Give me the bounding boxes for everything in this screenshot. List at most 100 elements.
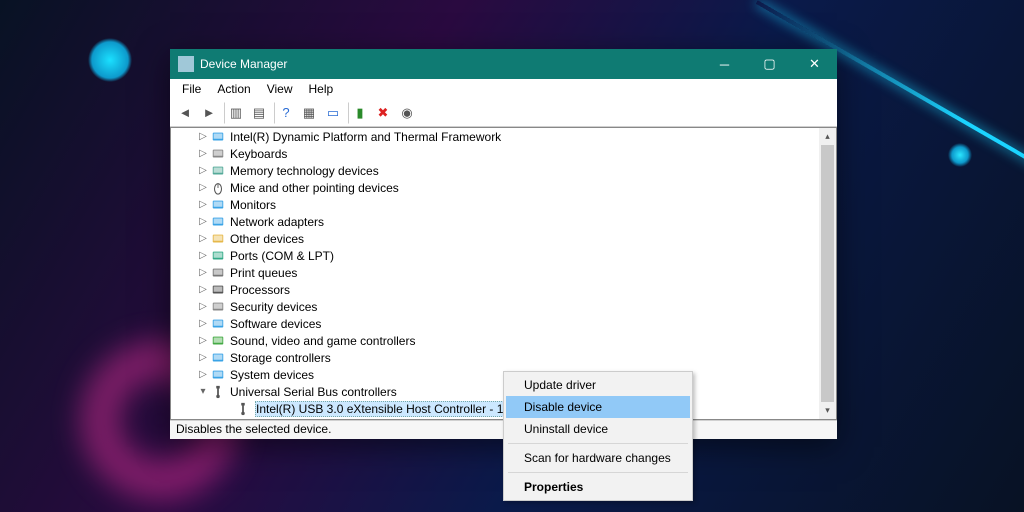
snd-icon <box>210 333 226 349</box>
context-menu-item[interactable]: Scan for hardware changes <box>506 447 690 469</box>
scan-button[interactable]: ◉ <box>396 102 418 124</box>
expand-arrow[interactable]: ▷ <box>196 148 210 159</box>
window-title: Device Manager <box>200 57 702 71</box>
tree-node[interactable]: ▷ Ports (COM & LPT) <box>171 247 836 264</box>
usb-icon <box>235 418 251 421</box>
mouse-icon <box>210 180 226 196</box>
tree-node-label: Security devices <box>230 300 317 314</box>
menu-action[interactable]: Action <box>209 80 258 98</box>
expand-arrow[interactable]: ▷ <box>196 318 210 329</box>
tree-node[interactable]: ▷ Security devices <box>171 298 836 315</box>
expand-arrow[interactable]: ▷ <box>196 199 210 210</box>
tree-node[interactable]: ▷ Mice and other pointing devices <box>171 179 836 196</box>
tree-node-label: Memory technology devices <box>230 164 379 178</box>
tree-node[interactable]: ▷ Software devices <box>171 315 836 332</box>
tree-node[interactable]: ▷ Keyboards <box>171 145 836 162</box>
expand-arrow[interactable]: ▷ <box>196 182 210 193</box>
forward-button[interactable]: ► <box>198 102 220 124</box>
tree-node-label: Keyboards <box>230 147 287 161</box>
oth-icon <box>210 231 226 247</box>
expand-arrow[interactable]: ▷ <box>196 216 210 227</box>
tree-node-label: Processors <box>230 283 290 297</box>
tree-node[interactable]: ▷Storage controllers <box>171 349 836 366</box>
usb-icon <box>210 384 226 400</box>
menu-separator <box>508 472 688 473</box>
uninstall-button[interactable]: ✖ <box>372 102 394 124</box>
mon-icon <box>210 197 226 213</box>
expand-arrow[interactable]: ▷ <box>196 352 210 363</box>
mem-icon <box>210 163 226 179</box>
stor-icon <box>210 350 226 366</box>
expand-arrow[interactable]: ▷ <box>196 335 210 346</box>
tree-node-label: Universal Serial Bus controllers <box>230 385 397 399</box>
tree-node-label: Software devices <box>230 317 321 331</box>
tree-node[interactable]: ▷ Sound, video and game controllers <box>171 332 836 349</box>
tree-node[interactable]: ▷ Intel(R) Dynamic Platform and Thermal F… <box>171 128 836 145</box>
help-button[interactable]: ? <box>274 102 296 124</box>
scroll-thumb[interactable] <box>821 145 834 420</box>
tree-node-label: Network adapters <box>230 215 324 229</box>
menu-separator <box>508 443 688 444</box>
tree-node-label: Sound, video and game controllers <box>230 334 415 348</box>
devices-button[interactable]: ▦ <box>298 102 320 124</box>
expand-arrow[interactable]: ▷ <box>196 250 210 261</box>
show-hide-tree-button[interactable]: ▥ <box>224 102 246 124</box>
scroll-down-button[interactable]: ▾ <box>819 402 836 419</box>
tree-node-label: Ports (COM & LPT) <box>230 249 334 263</box>
cpu-icon <box>210 282 226 298</box>
scroll-up-button[interactable]: ▴ <box>819 128 836 145</box>
monitor-button[interactable]: ▭ <box>322 102 344 124</box>
toolbar: ◄ ► ▥ ▤ ? ▦ ▭ ▮ ✖ ◉ <box>170 99 837 127</box>
back-button[interactable]: ◄ <box>174 102 196 124</box>
window-buttons: ─ ▢ ✕ <box>702 49 837 79</box>
close-button[interactable]: ✕ <box>792 49 837 79</box>
expand-arrow[interactable]: ▷ <box>196 369 210 380</box>
scrollbar[interactable]: ▴ ▾ <box>819 128 836 419</box>
sec-icon <box>210 299 226 315</box>
app-icon <box>178 56 194 72</box>
tree-node[interactable]: ▷ Network adapters <box>171 213 836 230</box>
context-menu-item[interactable]: Disable device <box>506 396 690 418</box>
expand-arrow[interactable]: ▷ <box>196 131 210 142</box>
dev-icon <box>210 129 226 145</box>
expand-arrow[interactable]: ▷ <box>196 301 210 312</box>
expand-arrow[interactable]: ▾ <box>196 386 210 397</box>
menubar: File Action View Help <box>170 79 837 99</box>
usb-icon <box>235 401 251 417</box>
context-menu-item[interactable]: Update driver <box>506 374 690 396</box>
tree-node[interactable]: ▷ Other devices <box>171 230 836 247</box>
prn-icon <box>210 265 226 281</box>
menu-help[interactable]: Help <box>301 80 342 98</box>
expand-arrow[interactable]: ▷ <box>196 267 210 278</box>
expand-arrow[interactable]: ▷ <box>196 165 210 176</box>
maximize-button[interactable]: ▢ <box>747 49 792 79</box>
port-icon <box>210 248 226 264</box>
net-icon <box>210 214 226 230</box>
tree-node[interactable]: ▷ Print queues <box>171 264 836 281</box>
context-menu-item[interactable]: Uninstall device <box>506 418 690 440</box>
kb-icon <box>210 146 226 162</box>
tree-node-label: Mice and other pointing devices <box>230 181 399 195</box>
menu-view[interactable]: View <box>259 80 301 98</box>
minimize-button[interactable]: ─ <box>702 49 747 79</box>
tree-node-label: System devices <box>230 368 314 382</box>
titlebar[interactable]: Device Manager ─ ▢ ✕ <box>170 49 837 79</box>
menu-file[interactable]: File <box>174 80 209 98</box>
tree-node-label: Other devices <box>230 232 304 246</box>
tree-node-label: Intel(R) Dynamic Platform and Thermal Fr… <box>230 130 501 144</box>
tree-node[interactable]: ▷ Memory technology devices <box>171 162 836 179</box>
tree-node-label: USB Composite Device <box>255 419 380 421</box>
tree-node-label: Monitors <box>230 198 276 212</box>
expand-arrow[interactable]: ▷ <box>196 284 210 295</box>
tree-node[interactable]: ▷ Processors <box>171 281 836 298</box>
properties-button[interactable]: ▤ <box>248 102 270 124</box>
sw-icon <box>210 316 226 332</box>
status-text: Disables the selected device. <box>176 422 331 436</box>
tree-node-label: Print queues <box>230 266 297 280</box>
context-menu: Update driverDisable deviceUninstall dev… <box>503 371 693 501</box>
expand-arrow[interactable]: ▷ <box>196 233 210 244</box>
tree-node[interactable]: ▷ Monitors <box>171 196 836 213</box>
context-menu-item[interactable]: Properties <box>506 476 690 498</box>
scroll-track[interactable] <box>819 145 836 402</box>
enable-button[interactable]: ▮ <box>348 102 370 124</box>
